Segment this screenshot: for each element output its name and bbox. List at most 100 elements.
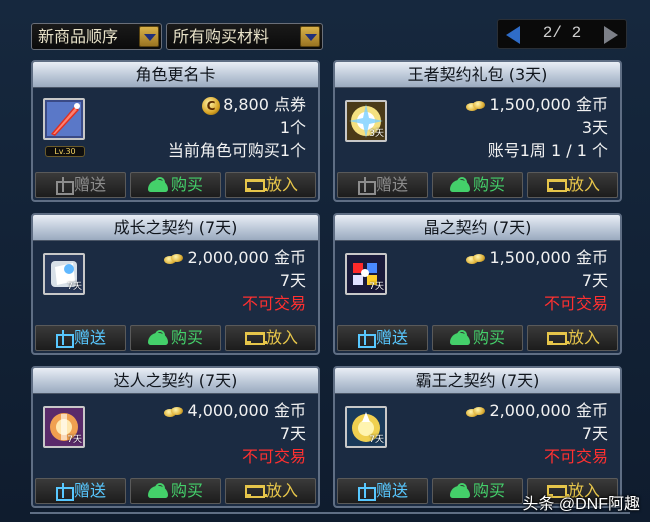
price-line: 4,000,000 金币 [164, 399, 306, 422]
cart-icon [243, 177, 267, 192]
product-quantity: 7天 [279, 424, 306, 443]
material-filter-dropdown[interactable]: 所有购买材料 [166, 23, 323, 50]
expert-contract-icon[interactable]: 7天 [43, 406, 85, 448]
cart-label: 放入 [265, 481, 298, 500]
product-info: C 8,800 点券 1个 当前角色可购买1个 [168, 93, 306, 162]
money-bag-icon [147, 483, 168, 498]
overlord-contract-icon[interactable]: 7天 [345, 406, 387, 448]
product-card: 成长之契约 (7天) 7天 2,000,000 金币 7天 不可交易 赠送 购买 [31, 213, 320, 355]
duration-badge: 7天 [67, 282, 82, 292]
product-title: 霸王之契约 (7天) [335, 368, 620, 394]
chevron-down-icon[interactable] [300, 26, 320, 47]
add-to-cart-button[interactable]: 放入 [527, 325, 618, 351]
gift-icon [55, 483, 74, 501]
money-bag-icon [449, 483, 470, 498]
product-restriction: 不可交易 [543, 294, 608, 313]
gift-icon [55, 177, 74, 195]
chevron-down-icon[interactable] [139, 26, 159, 47]
cart-icon [243, 483, 267, 498]
crystal-contract-icon[interactable]: 7天 [345, 253, 387, 295]
product-title: 王者契约礼包 (3天) [335, 62, 620, 88]
product-title: 晶之契约 (7天) [335, 215, 620, 241]
buy-button[interactable]: 购买 [432, 172, 523, 198]
price-currency: 金币 [575, 401, 608, 420]
product-quantity: 7天 [581, 424, 608, 443]
gift-label: 赠送 [375, 328, 408, 347]
rename-card-icon[interactable] [43, 98, 85, 140]
cera-coin-icon: C [202, 96, 221, 115]
money-bag-icon [449, 330, 470, 345]
next-page-arrow-icon[interactable] [604, 26, 618, 44]
cart-icon [545, 177, 569, 192]
gift-label: 赠送 [73, 175, 106, 194]
gift-button[interactable]: 赠送 [35, 325, 126, 351]
price-currency: 金币 [273, 248, 306, 267]
price-currency: 点券 [273, 95, 306, 114]
action-buttons: 赠送 购买 放入 [337, 172, 618, 198]
product-info: 4,000,000 金币 7天 不可交易 [164, 399, 306, 468]
add-to-cart-button[interactable]: 放入 [225, 172, 316, 198]
king-contract-pack-icon[interactable]: 3天 [345, 100, 387, 142]
product-body: 7天 1,500,000 金币 7天 不可交易 [335, 241, 620, 327]
gift-icon [357, 177, 376, 195]
buy-label: 购买 [472, 481, 505, 500]
product-quantity: 7天 [279, 271, 306, 290]
buy-label: 购买 [472, 328, 505, 347]
product-info: 1,500,000 金币 7天 不可交易 [466, 246, 608, 315]
product-quantity: 7天 [581, 271, 608, 290]
gold-coin-icon [466, 253, 486, 265]
growth-contract-icon[interactable]: 7天 [43, 253, 85, 295]
money-bag-icon [147, 177, 168, 192]
price-currency: 金币 [575, 95, 608, 114]
buy-label: 购买 [170, 175, 203, 194]
gift-icon [357, 330, 376, 348]
buy-button[interactable]: 购买 [432, 325, 523, 351]
add-to-cart-button[interactable]: 放入 [225, 325, 316, 351]
duration-badge: 3天 [369, 129, 384, 139]
cart-label: 放入 [567, 175, 600, 194]
gift-label: 赠送 [73, 481, 106, 500]
price-line: 2,000,000 金币 [164, 246, 306, 269]
product-restriction: 账号1周 1 / 1 个 [487, 141, 608, 160]
product-restriction: 当前角色可购买1个 [167, 141, 306, 160]
price-line: 1,500,000 金币 [466, 93, 608, 116]
product-info: 1,500,000 金币 3天 账号1周 1 / 1 个 [466, 93, 608, 162]
page-navigator: 2/ 2 [497, 19, 627, 49]
price-value: 8,800 [223, 95, 269, 114]
price-value: 1,500,000 [489, 95, 571, 114]
price-value: 2,000,000 [187, 248, 269, 267]
price-value: 2,000,000 [489, 401, 571, 420]
product-quantity: 1个 [279, 118, 306, 137]
sort-order-label: 新商品顺序 [38, 27, 119, 46]
gift-button[interactable]: 赠送 [337, 172, 428, 198]
action-buttons: 赠送 购买 放入 [35, 478, 316, 504]
product-info: 2,000,000 金币 7天 不可交易 [164, 246, 306, 315]
add-to-cart-button[interactable]: 放入 [225, 478, 316, 504]
buy-button[interactable]: 购买 [130, 325, 221, 351]
add-to-cart-button[interactable]: 放入 [527, 172, 618, 198]
gift-button[interactable]: 赠送 [35, 478, 126, 504]
shop-toolbar: 新商品顺序 所有购买材料 2/ 2 [0, 0, 650, 52]
sort-order-dropdown[interactable]: 新商品顺序 [31, 23, 162, 50]
watermark: 头条 @DNF阿趣 [522, 496, 640, 513]
prev-page-arrow-icon[interactable] [506, 26, 520, 44]
buy-button[interactable]: 购买 [130, 478, 221, 504]
product-body: 7天 2,000,000 金币 7天 不可交易 [33, 241, 318, 327]
product-card: 角色更名卡 Lv.30 C 8,800 点券 1个 当前角色可购买1个 赠送 购买 [31, 60, 320, 202]
gift-button[interactable]: 赠送 [337, 478, 428, 504]
buy-button[interactable]: 购买 [130, 172, 221, 198]
price-currency: 金币 [575, 248, 608, 267]
action-buttons: 赠送 购买 放入 [337, 325, 618, 351]
buy-button[interactable]: 购买 [432, 478, 523, 504]
buy-label: 购买 [170, 481, 203, 500]
material-filter-label: 所有购买材料 [173, 27, 270, 46]
gift-button[interactable]: 赠送 [337, 325, 428, 351]
duration-badge: 7天 [67, 435, 82, 445]
cart-label: 放入 [265, 175, 298, 194]
product-card: 王者契约礼包 (3天) 3天 1,500,000 金币 3天 账号1周 1 / … [333, 60, 622, 202]
price-value: 4,000,000 [187, 401, 269, 420]
buy-label: 购买 [170, 328, 203, 347]
product-card: 晶之契约 (7天) 7天 1,500,000 金币 7天 不可交易 赠送 购买 [333, 213, 622, 355]
gold-coin-icon [164, 253, 184, 265]
gift-button[interactable]: 赠送 [35, 172, 126, 198]
